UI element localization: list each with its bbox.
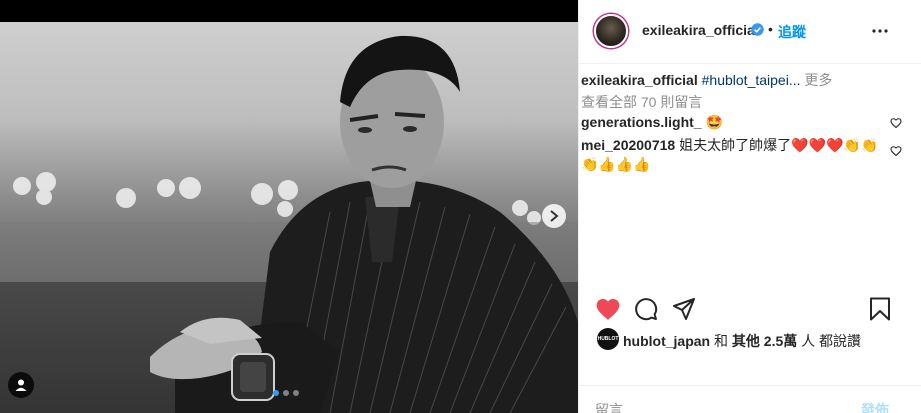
follow-button[interactable]: 追蹤 [778,22,806,42]
share-icon[interactable] [672,297,696,324]
carousel-dot [293,390,299,396]
post-side-panel: exileakira_official • 追蹤 exileakira_offi… [578,0,921,413]
header-separator: • [768,21,773,37]
comment-input[interactable]: 留言…… [595,400,651,413]
comment-username[interactable]: generations.light_ [581,114,702,130]
media-top-band [0,0,578,22]
verified-badge-icon [751,23,764,39]
carousel-dot-active [273,390,279,396]
caption-more-link[interactable]: 更多 [804,72,832,88]
instagram-post: exileakira_official • 追蹤 exileakira_offi… [0,0,921,413]
carousel-indicator [273,390,299,396]
likes-summary: HUBLOT hublot_japan 和 其他 2.5萬 人 都說讚 [579,328,921,352]
post-media [0,0,578,413]
caption-username[interactable]: exileakira_official [581,72,698,88]
post-header: exileakira_official • 追蹤 [579,0,921,64]
comment-text: 🤩 [705,114,723,130]
user-icon [15,379,27,391]
caption-hashtag[interactable]: #hublot_taipei... [702,72,801,88]
chevron-right-icon [550,210,559,222]
liker-username[interactable]: hublot_japan [623,333,710,349]
tagged-users-button[interactable] [8,372,34,398]
comment: generations.light_ 🤩 [581,114,723,131]
post-actions-bar [579,289,921,329]
post-author-username[interactable]: exileakira_official [642,22,759,38]
comment-username[interactable]: mei_20200718 [581,137,675,153]
likes-others-link[interactable]: 其他 2.5萬 [732,333,797,349]
like-comment-heart-icon[interactable] [890,144,902,160]
avatar[interactable] [594,14,628,48]
save-bookmark-icon[interactable] [869,297,891,324]
post-caption: exileakira_official #hublot_taipei... 更多 [581,70,832,90]
view-all-comments-link[interactable]: 查看全部 70 則留言 [581,92,702,112]
likes-text: hublot_japan 和 其他 2.5萬 人 都說讚 [623,333,862,349]
comment-icon[interactable] [634,297,658,324]
more-options-icon[interactable] [871,22,889,43]
carousel-dot [283,390,289,396]
next-slide-button[interactable] [542,204,566,228]
post-comment-button[interactable]: 發佈 [861,400,889,413]
comment: mei_20200718 姐夫太帥了帥爆了❤️❤️❤️👏👏👏👍👍👍 [581,136,881,174]
liker-avatar[interactable]: HUBLOT [597,328,619,350]
post-photo[interactable] [0,22,578,413]
like-heart-icon[interactable] [595,297,621,324]
like-comment-heart-icon[interactable] [890,116,902,132]
comments-section: exileakira_official #hublot_taipei... 更多… [579,64,921,289]
add-comment-bar: 留言…… 發佈 [579,385,921,413]
